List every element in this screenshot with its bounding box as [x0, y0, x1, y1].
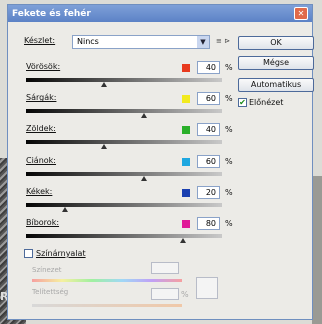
saturation-input[interactable] — [151, 288, 179, 300]
channel-slider-track[interactable] — [26, 140, 222, 145]
channel-slider-thumb[interactable] — [62, 206, 69, 212]
channel-slider-track[interactable] — [26, 234, 222, 238]
channel-percent: % — [225, 125, 233, 135]
channel-value-input[interactable]: 60 — [197, 92, 220, 106]
preset-select[interactable]: Nincs ▼ — [72, 35, 210, 49]
auto-button[interactable]: Automatikus — [238, 78, 314, 92]
hue-slider[interactable] — [32, 279, 182, 282]
channel-slider-thumb[interactable] — [101, 144, 108, 150]
channel-value-input[interactable]: 40 — [197, 123, 220, 137]
cancel-button[interactable]: Mégse — [238, 56, 314, 70]
chevron-down-icon[interactable]: ▼ — [197, 36, 209, 48]
preset-value: Nincs — [77, 37, 99, 46]
hue-label: Színezet — [32, 266, 62, 274]
preview-checkbox[interactable]: ✔ — [238, 98, 247, 107]
ok-button[interactable]: OK — [238, 36, 314, 50]
channel-color-swatch — [182, 157, 190, 166]
tint-color-swatch[interactable] — [196, 277, 218, 299]
background-photo-right — [312, 176, 322, 324]
channel-value-input[interactable]: 80 — [197, 217, 220, 230]
hue-input[interactable] — [151, 262, 179, 274]
channel-color-swatch — [182, 64, 190, 72]
title-bar[interactable]: Fekete és fehér ✕ — [8, 5, 312, 22]
channel-slider-track[interactable] — [26, 202, 222, 207]
channel-slider-thumb[interactable] — [101, 82, 108, 87]
channel-percent: % — [225, 63, 233, 72]
close-icon[interactable]: ✕ — [294, 7, 308, 20]
channel-label: Bíborok: — [26, 218, 60, 227]
preset-options-icon[interactable]: ≡ ⊳ — [216, 37, 230, 45]
window-title: Fekete és fehér — [12, 8, 91, 19]
channel-slider-thumb[interactable] — [140, 113, 147, 119]
channel-slider-thumb[interactable] — [140, 175, 147, 181]
channel-value-input[interactable]: 40 — [197, 61, 220, 74]
black-white-dialog: Fekete és fehér ✕ Készlet: Nincs ▼ ≡ ⊳ O… — [7, 4, 314, 320]
channel-percent: % — [225, 94, 233, 104]
preset-label: Készlet: — [24, 36, 56, 45]
saturation-slider[interactable] — [32, 304, 182, 307]
tint-label: Színárnyalat — [36, 249, 86, 258]
preview-label: Előnézet — [249, 98, 284, 107]
saturation-percent: % — [181, 290, 189, 299]
saturation-label: Telítettség — [32, 288, 69, 296]
channel-label: Kékek: — [26, 186, 53, 196]
channel-label: Vörösök: — [26, 62, 61, 71]
channel-slider-thumb[interactable] — [179, 238, 186, 243]
channel-slider-track[interactable] — [26, 78, 222, 82]
channel-color-swatch — [182, 220, 190, 228]
channel-value-input[interactable]: 60 — [197, 154, 220, 168]
channel-label: Ciánok: — [26, 155, 57, 165]
channel-percent: % — [225, 187, 233, 197]
channel-slider-track[interactable] — [26, 171, 222, 176]
channel-color-swatch — [182, 188, 190, 197]
tint-checkbox[interactable] — [24, 249, 33, 258]
channel-color-swatch — [182, 95, 190, 104]
channel-value-input[interactable]: 20 — [197, 185, 220, 199]
channel-color-swatch — [182, 126, 190, 135]
channel-slider-track[interactable] — [26, 109, 222, 114]
channel-label: Zöldek: — [26, 124, 56, 134]
channel-label: Sárgák: — [26, 93, 57, 103]
channel-percent: % — [225, 219, 233, 228]
channel-percent: % — [225, 156, 233, 166]
